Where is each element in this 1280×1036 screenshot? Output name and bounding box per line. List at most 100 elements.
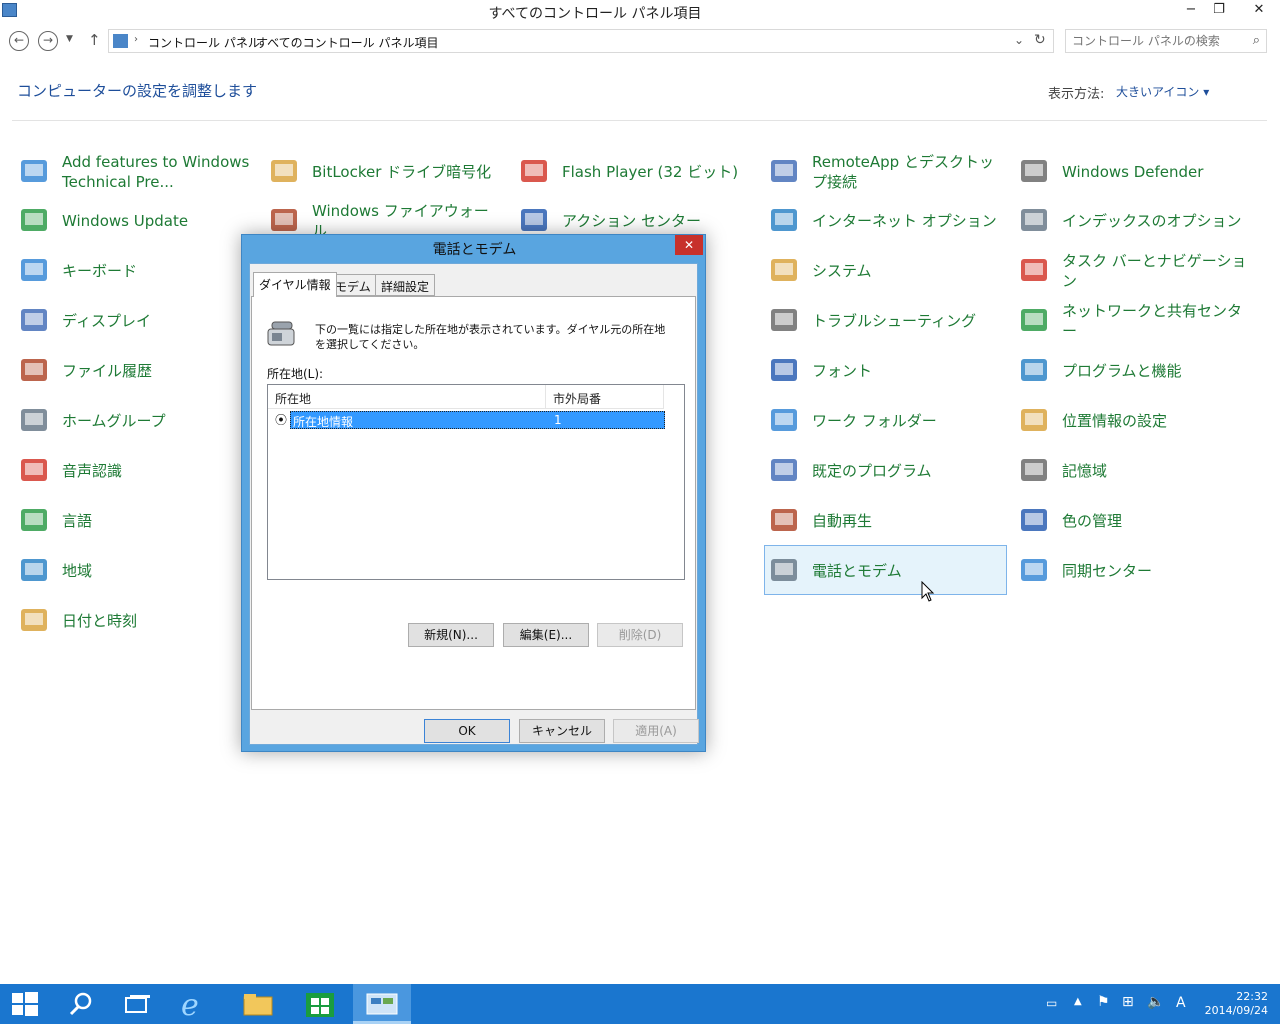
control-panel-item[interactable]: Flash Player (32 ビット) bbox=[515, 147, 758, 197]
search-box[interactable]: ⌕ bbox=[1065, 29, 1267, 53]
breadcrumb-all-items[interactable]: すべてのコントロール パネル項目 bbox=[256, 34, 439, 51]
programs-icon bbox=[1018, 355, 1050, 387]
restore-button[interactable]: ❐ bbox=[1204, 0, 1234, 20]
control-panel-item[interactable]: タスク バーとナビゲーション bbox=[1015, 246, 1258, 296]
control-panel-item[interactable]: 同期センター bbox=[1015, 546, 1258, 596]
phone-modem-icon bbox=[768, 555, 800, 587]
recent-locations-icon[interactable]: ▼ bbox=[66, 34, 73, 44]
tab-dialing-rules[interactable]: ダイヤル情報 bbox=[253, 272, 337, 297]
control-panel-item[interactable]: 色の管理 bbox=[1015, 496, 1258, 546]
control-panel-item[interactable]: トラブルシューティング bbox=[765, 296, 1008, 346]
action-center-flag-icon[interactable]: ⚑ bbox=[1097, 994, 1110, 1034]
start-button[interactable] bbox=[0, 984, 58, 1024]
system-icon bbox=[768, 255, 800, 287]
control-panel-item[interactable]: ワーク フォルダー bbox=[765, 396, 1008, 446]
item-label: 電話とモデム bbox=[812, 562, 902, 580]
divider bbox=[12, 120, 1267, 121]
control-panel-item[interactable]: 電話とモデム bbox=[764, 545, 1007, 595]
control-panel-item[interactable]: ネットワークと共有センター bbox=[1015, 296, 1258, 346]
clock[interactable]: 22:32 2014/09/24 bbox=[1198, 990, 1268, 1018]
radio-selected-icon[interactable]: ⦿ bbox=[275, 411, 287, 428]
control-panel-item[interactable]: キーボード bbox=[15, 246, 258, 296]
forward-icon[interactable]: → bbox=[38, 31, 58, 51]
refresh-icon[interactable]: ↻ bbox=[1034, 32, 1046, 48]
item-label: 色の管理 bbox=[1062, 512, 1123, 530]
internet-explorer-icon[interactable]: e bbox=[167, 984, 225, 1024]
control-panel-item[interactable]: 自動再生 bbox=[765, 496, 1008, 546]
volume-icon[interactable]: 🔈 bbox=[1147, 994, 1164, 1034]
control-panel-taskbar-button[interactable] bbox=[353, 984, 411, 1024]
control-panel-item[interactable]: フォント bbox=[765, 346, 1008, 396]
ime-indicator[interactable]: A bbox=[1176, 995, 1186, 1035]
task-view-button[interactable] bbox=[108, 984, 166, 1024]
apply-button[interactable]: 適用(A) bbox=[613, 719, 699, 743]
search-input[interactable] bbox=[1072, 31, 1242, 51]
control-panel-item[interactable]: Windows Defender bbox=[1015, 147, 1258, 197]
table-row[interactable]: 所在地情報 1 bbox=[290, 411, 665, 429]
clock-date: 2014/09/24 bbox=[1204, 1004, 1268, 1017]
delete-button[interactable]: 削除(D) bbox=[597, 623, 683, 647]
control-panel-item[interactable]: システム bbox=[765, 246, 1008, 296]
control-panel-item[interactable]: インデックスのオプション bbox=[1015, 196, 1258, 246]
column-header-area-code[interactable]: 市外局番 bbox=[546, 385, 664, 409]
chevron-right-icon[interactable]: › bbox=[242, 34, 246, 45]
control-panel-item[interactable]: 音声認識 bbox=[15, 446, 258, 496]
control-panel-item[interactable]: 言語 bbox=[15, 496, 258, 546]
up-icon[interactable]: ↑ bbox=[88, 31, 101, 49]
control-panel-item[interactable]: 日付と時刻 bbox=[15, 596, 258, 646]
control-panel-item[interactable]: プログラムと機能 bbox=[1015, 346, 1258, 396]
control-panel-item[interactable]: ファイル履歴 bbox=[15, 346, 258, 396]
control-panel-item[interactable]: RemoteApp とデスクトップ接続 bbox=[765, 147, 1008, 197]
keyboard-tray-icon[interactable]: ▭ bbox=[1046, 996, 1057, 1036]
view-by-dropdown[interactable]: 大きいアイコン ▾ bbox=[1116, 83, 1209, 100]
minimize-button[interactable]: − bbox=[1176, 0, 1206, 20]
tab-advanced[interactable]: 詳細設定 bbox=[375, 274, 436, 296]
item-label: Windows Update bbox=[62, 212, 189, 230]
locations-label: 所在地(L): bbox=[267, 367, 324, 381]
chevron-down-icon[interactable]: ⌄ bbox=[1014, 33, 1024, 47]
indexing-icon bbox=[1018, 205, 1050, 237]
phone-icon bbox=[266, 319, 298, 347]
control-panel-item[interactable]: 位置情報の設定 bbox=[1015, 396, 1258, 446]
control-panel-item[interactable]: BitLocker ドライブ暗号化 bbox=[265, 147, 508, 197]
tab-panel: 下の一覧には指定した所在地が表示されています。ダイヤル元の所在地を選択してくださ… bbox=[251, 296, 696, 710]
address-bar[interactable]: › コントロール パネル › すべてのコントロール パネル項目 ⌄ ↻ bbox=[108, 29, 1054, 53]
control-panel-item[interactable]: ホームグループ bbox=[15, 396, 258, 446]
control-panel-item[interactable]: インターネット オプション bbox=[765, 196, 1008, 246]
control-panel-item[interactable]: ディスプレイ bbox=[15, 296, 258, 346]
item-label: ディスプレイ bbox=[62, 312, 151, 330]
close-button[interactable]: ✕ bbox=[1238, 0, 1280, 20]
locations-list[interactable]: 所在地 市外局番 ⦿ 所在地情報 1 bbox=[267, 384, 685, 580]
chevron-right-icon[interactable]: › bbox=[134, 34, 138, 45]
homegroup-icon bbox=[18, 405, 50, 437]
new-button[interactable]: 新規(N)... bbox=[408, 623, 494, 647]
cancel-button[interactable]: キャンセル bbox=[519, 719, 605, 743]
network-icon[interactable]: ⊞ bbox=[1122, 994, 1134, 1034]
item-label: 同期センター bbox=[1062, 562, 1153, 580]
file-explorer-icon[interactable] bbox=[229, 984, 287, 1024]
item-label: ホームグループ bbox=[62, 412, 166, 430]
storage-icon bbox=[1018, 455, 1050, 487]
edit-button[interactable]: 編集(E)... bbox=[503, 623, 589, 647]
item-label: Add features to Windows Technical Pre... bbox=[62, 153, 250, 191]
item-label: 既定のプログラム bbox=[812, 462, 932, 480]
item-label: ネットワークと共有センター bbox=[1062, 302, 1243, 340]
control-panel-item[interactable]: Add features to Windows Technical Pre... bbox=[15, 147, 258, 197]
store-icon[interactable] bbox=[291, 984, 349, 1024]
location-cell: 所在地情報 bbox=[293, 415, 354, 429]
item-label: プログラムと機能 bbox=[1062, 362, 1182, 380]
control-panel-item[interactable]: 既定のプログラム bbox=[765, 446, 1008, 496]
item-label: BitLocker ドライブ暗号化 bbox=[312, 163, 492, 181]
control-panel-item[interactable]: 記憶域 bbox=[1015, 446, 1258, 496]
ok-button[interactable]: OK bbox=[424, 719, 510, 743]
search-icon[interactable]: ⌕ bbox=[1253, 33, 1260, 48]
back-icon[interactable]: ← bbox=[9, 31, 29, 51]
column-header-location[interactable]: 所在地 bbox=[268, 385, 546, 409]
control-panel-item[interactable]: 地域 bbox=[15, 546, 258, 596]
default-programs-icon bbox=[768, 455, 800, 487]
dialog-close-button[interactable]: ✕ bbox=[675, 235, 703, 255]
show-hidden-icons-icon[interactable]: ▲ bbox=[1074, 996, 1082, 1036]
item-label: 地域 bbox=[62, 562, 93, 580]
control-panel-item[interactable]: Windows Update bbox=[15, 196, 258, 246]
control-panel-icon bbox=[113, 34, 128, 48]
